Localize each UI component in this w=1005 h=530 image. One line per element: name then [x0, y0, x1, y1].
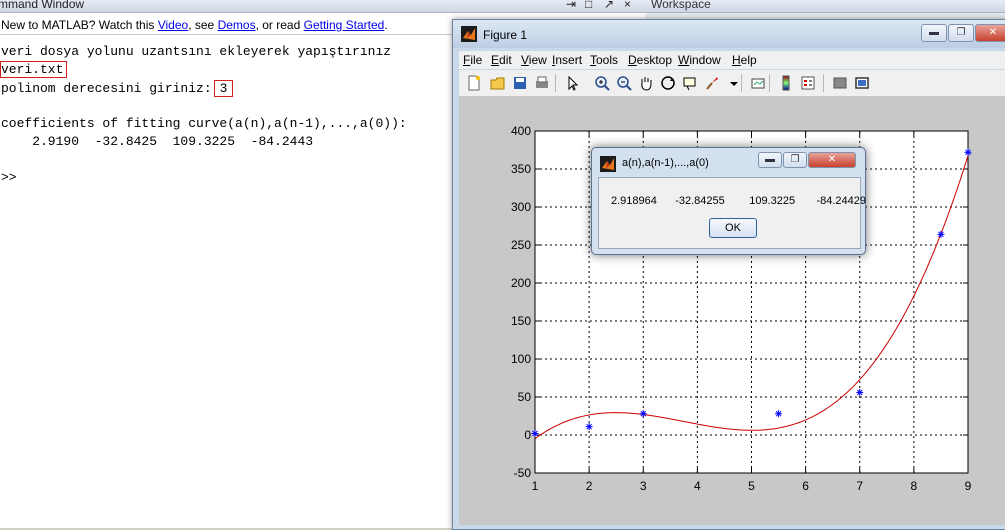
- y-tick-label: 350: [511, 162, 531, 176]
- figure-menubar: File Edit View Insert Tools Desktop Window Help: [459, 51, 1005, 69]
- menu-edit[interactable]: Edit: [491, 53, 512, 67]
- dialog-minimize-button[interactable]: ▬: [758, 152, 782, 168]
- matlab-logo-icon: [461, 26, 477, 42]
- figure-title: Figure 1: [483, 28, 528, 42]
- brush-dropdown-icon[interactable]: [725, 74, 738, 92]
- hide-plot-tools-icon[interactable]: [831, 74, 849, 92]
- data-point-marker: [964, 148, 972, 156]
- close-pane-icon[interactable]: ×: [624, 0, 631, 11]
- y-tick-label: 300: [511, 200, 531, 214]
- y-tick-label: 400: [511, 124, 531, 138]
- matlab-logo-icon: [600, 156, 616, 172]
- video-link[interactable]: Video: [158, 18, 188, 32]
- menu-file[interactable]: File: [463, 53, 482, 67]
- pan-hand-icon[interactable]: [637, 74, 655, 92]
- prompt-degree: polinom derecesini giriniz: 3: [1, 80, 234, 97]
- data-point-marker: [775, 410, 783, 418]
- coefficients-values: 2.9190 -32.8425 109.3225 -84.2443: [1, 134, 314, 149]
- toolbar-separator: [823, 74, 824, 92]
- toolbar-separator: [555, 74, 556, 92]
- menu-view[interactable]: View: [521, 53, 547, 67]
- y-tick-label: -50: [514, 466, 532, 480]
- menu-window[interactable]: Window: [678, 53, 721, 67]
- dialog-message: 2.918964 -32.84255 109.3225 -84.24429: [611, 195, 867, 207]
- command-window-titlebar: mmand Window ⇥ □ ↗ ×: [0, 0, 645, 13]
- y-tick-label: 250: [511, 238, 531, 252]
- y-tick-label: 100: [511, 352, 531, 366]
- rotate-3d-icon[interactable]: [659, 74, 677, 92]
- degree-value: 3: [213, 80, 234, 97]
- close-button[interactable]: ✕: [975, 24, 1005, 42]
- dialog-close-button[interactable]: ✕: [808, 152, 856, 168]
- pointer-icon[interactable]: [563, 74, 581, 92]
- figure-titlebar: Figure 1 ▬ ❐ ✕: [453, 20, 1005, 48]
- coefficients-heading: coefficients of fitting curve(a(n),a(n-1…: [1, 116, 407, 131]
- dialog-title: a(n),a(n-1),...,a(0): [622, 157, 709, 169]
- x-tick-label: 4: [694, 479, 701, 493]
- y-tick-label: 0: [524, 428, 531, 442]
- workspace-titlebar: Workspace: [645, 0, 1005, 13]
- x-tick-label: 7: [856, 479, 863, 493]
- restore-button[interactable]: ❐: [948, 24, 974, 42]
- save-icon[interactable]: [511, 74, 529, 92]
- x-tick-label: 1: [532, 479, 539, 493]
- x-tick-label: 9: [965, 479, 972, 493]
- toolbar-separator: [741, 74, 742, 92]
- menu-desktop[interactable]: Desktop: [628, 53, 672, 67]
- data-cursor-icon[interactable]: [681, 74, 699, 92]
- x-tick-label: 3: [640, 479, 647, 493]
- dock-arrow-icon[interactable]: ↗: [604, 0, 614, 11]
- maximize-pane-icon[interactable]: □: [585, 0, 592, 11]
- file-name-value: veri.txt: [0, 61, 67, 78]
- x-tick-label: 5: [748, 479, 755, 493]
- workspace-title: Workspace: [651, 0, 711, 11]
- demos-link[interactable]: Demos: [218, 18, 256, 32]
- show-plot-tools-icon[interactable]: [853, 74, 871, 92]
- command-prompt[interactable]: >>: [1, 170, 17, 185]
- figure-window[interactable]: Figure 1 ▬ ❐ ✕ File Edit View Insert Tools De…: [452, 19, 1005, 530]
- colorbar-icon[interactable]: [777, 74, 795, 92]
- menu-insert[interactable]: Insert: [552, 53, 582, 67]
- ok-button[interactable]: OK: [709, 218, 757, 238]
- command-window-title: mmand Window: [0, 0, 85, 11]
- getting-started-link[interactable]: Getting Started: [304, 18, 385, 32]
- toolbar-separator: [769, 74, 770, 92]
- coefficients-dialog[interactable]: a(n),a(n-1),...,a(0) ▬ ❐ ✕ 2.918964 -32.…: [591, 147, 866, 255]
- zoom-in-icon[interactable]: [593, 74, 611, 92]
- minimize-button[interactable]: ▬: [921, 24, 947, 42]
- undock-icon[interactable]: ⇥: [566, 0, 576, 11]
- prompt-file-path: veri dosya yolunu uzantsını ekleyerek ya…: [1, 44, 392, 59]
- dialog-maximize-button[interactable]: ❐: [783, 152, 807, 168]
- dialog-titlebar: a(n),a(n-1),...,a(0) ▬ ❐ ✕: [592, 148, 865, 176]
- input-file-name: veri.txt: [0, 61, 67, 78]
- dialog-body: 2.918964 -32.84255 109.3225 -84.24429 OK: [598, 177, 866, 249]
- print-icon[interactable]: [533, 74, 551, 92]
- x-tick-label: 2: [586, 479, 593, 493]
- new-file-icon[interactable]: [465, 74, 483, 92]
- open-folder-icon[interactable]: [489, 74, 507, 92]
- data-point-marker: [937, 230, 945, 238]
- y-tick-label: 50: [518, 390, 532, 404]
- data-point-marker: [856, 388, 864, 396]
- y-tick-label: 200: [511, 276, 531, 290]
- brush-icon[interactable]: [703, 74, 721, 92]
- legend-icon[interactable]: [799, 74, 817, 92]
- zoom-out-icon[interactable]: [615, 74, 633, 92]
- x-tick-label: 8: [911, 479, 918, 493]
- menu-help[interactable]: Help: [732, 53, 757, 67]
- figure-toolbar: [459, 70, 1005, 97]
- x-tick-label: 6: [802, 479, 809, 493]
- menu-tools[interactable]: Tools: [590, 53, 618, 67]
- link-plot-icon[interactable]: [749, 74, 767, 92]
- y-tick-label: 150: [511, 314, 531, 328]
